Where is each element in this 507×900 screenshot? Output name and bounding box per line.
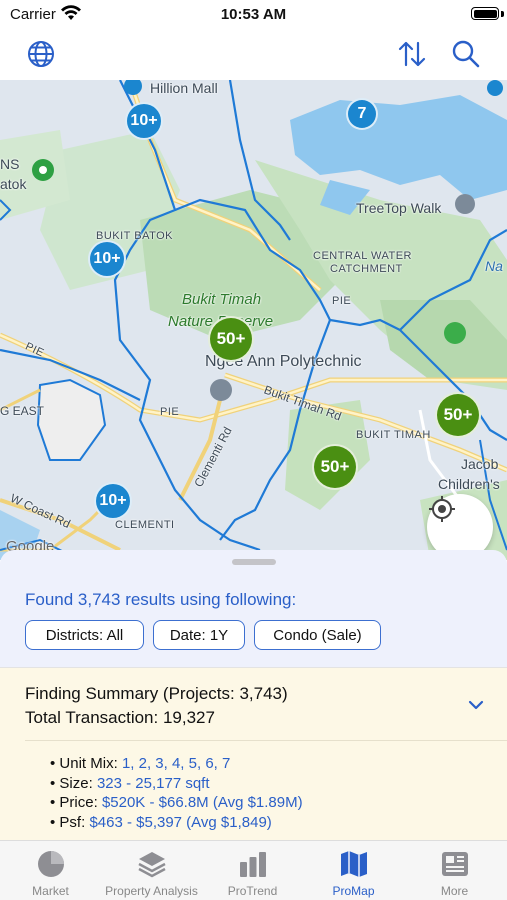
search-icon[interactable]	[450, 38, 482, 70]
property-type-chip[interactable]: Condo (Sale)	[254, 620, 381, 650]
psf-label: • Psf:	[50, 813, 90, 831]
cluster-marker[interactable]: 10+	[94, 482, 132, 520]
map-label-treetop: TreeTop Walk	[356, 200, 442, 216]
tab-property-analysis[interactable]: Property Analysis	[101, 841, 202, 900]
price-label: • Price:	[50, 794, 102, 811]
cluster-marker[interactable]: 7	[346, 98, 378, 130]
map-label-jacob: Jacob	[461, 456, 499, 472]
districts-filter-chip[interactable]: Districts: All	[25, 620, 144, 650]
unit-mix-row: • Unit Mix: 1, 2, 3, 4, 5, 6, 7	[50, 754, 303, 774]
date-filter-chip[interactable]: Date: 1Y	[153, 620, 245, 650]
size-row: • Size: 323 - 25,177 sqft	[50, 774, 303, 794]
nav-bar	[0, 30, 507, 80]
chevron-down-icon[interactable]	[467, 698, 485, 712]
summary-divider	[25, 740, 507, 741]
map-label-pie-3: PIE	[160, 406, 180, 418]
battery-icon	[471, 7, 499, 20]
battery-tip	[501, 11, 504, 17]
map-label-central-water: CENTRAL WATER	[313, 250, 412, 262]
map-label-catchment: CATCHMENT	[330, 263, 403, 275]
summary-projects: Finding Summary (Projects: 3,743)	[25, 684, 288, 703]
map-label-ns: NS	[0, 156, 20, 172]
map-label-bukit-timah-nature-1: Bukit Timah	[182, 291, 262, 308]
unit-mix-label: • Unit Mix:	[50, 755, 122, 772]
results-sheet: Found 3,743 results using following: Dis…	[0, 550, 507, 840]
cluster-marker[interactable]: 50+	[312, 444, 358, 490]
cluster-marker[interactable]: 10+	[88, 240, 126, 278]
cluster-marker[interactable]: 50+	[208, 316, 254, 362]
globe-icon[interactable]	[25, 38, 57, 70]
map-label-na: Na	[485, 258, 503, 274]
price-value: $520K - $66.8M (Avg $1.89M)	[101, 794, 303, 811]
summary-details: • Unit Mix: 1, 2, 3, 4, 5, 6, 7 • Size: …	[50, 754, 303, 832]
tab-more[interactable]: More	[404, 841, 505, 900]
tab-label: Property Analysis	[105, 884, 198, 898]
tab-label: More	[440, 884, 469, 898]
tab-label: ProMap	[332, 884, 375, 898]
size-label: • Size:	[50, 774, 97, 792]
psf-value: $463 - $5,397 (Avg $1,849)	[89, 813, 272, 831]
map-label-clementi: CLEMENTI	[115, 519, 175, 531]
bar-chart-icon	[239, 852, 266, 877]
cluster-marker[interactable]: 50+	[435, 392, 481, 438]
cluster-marker[interactable]: 10+	[125, 102, 163, 140]
layers-icon	[137, 852, 166, 878]
news-icon	[441, 852, 468, 876]
psf-row: • Psf: $463 - $5,397 (Avg $1,849)	[50, 813, 303, 833]
summary-header[interactable]: Finding Summary (Projects: 3,743) Total …	[25, 682, 288, 730]
map-label-pie-1: PIE	[332, 295, 352, 307]
sort-arrows-icon[interactable]	[396, 38, 428, 70]
summary-transactions: Total Transaction: 19,327	[25, 708, 215, 727]
map-label-batok: atok	[0, 176, 27, 192]
tab-protrend[interactable]: ProTrend	[202, 841, 303, 900]
sheet-drag-handle[interactable]	[232, 559, 276, 565]
map-label-bukit-timah: BUKIT TIMAH	[356, 429, 431, 441]
price-row: • Price: $520K - $66.8M (Avg $1.89M)	[50, 793, 303, 813]
tab-promap[interactable]: ProMap	[303, 841, 404, 900]
status-bar: Carrier 10:53 AM	[0, 0, 507, 30]
tab-label: ProTrend	[227, 884, 278, 898]
tab-label: Market	[32, 884, 69, 898]
map-label-hillion: Hillion Mall	[150, 80, 218, 96]
map-icon	[340, 851, 367, 877]
map-label-children: Children's	[438, 476, 500, 492]
finding-summary: Finding Summary (Projects: 3,743) Total …	[0, 667, 507, 840]
unit-mix-values: 1, 2, 3, 4, 5, 6, 7	[121, 755, 231, 772]
size-value: 323 - 25,177 sqft	[96, 774, 210, 792]
map-label-g-east: G EAST	[0, 404, 45, 418]
tab-bar: Market Property Analysis ProTrend ProMap…	[0, 840, 507, 900]
map-view[interactable]: Hillion Mall NS atok BUKIT BATOK TreeTop…	[0, 80, 507, 560]
pie-chart-icon	[37, 851, 64, 877]
results-title: Found 3,743 results using following:	[25, 590, 297, 609]
crosshair-icon	[429, 496, 455, 522]
clock: 10:53 AM	[220, 6, 287, 23]
tab-market[interactable]: Market	[0, 841, 101, 900]
